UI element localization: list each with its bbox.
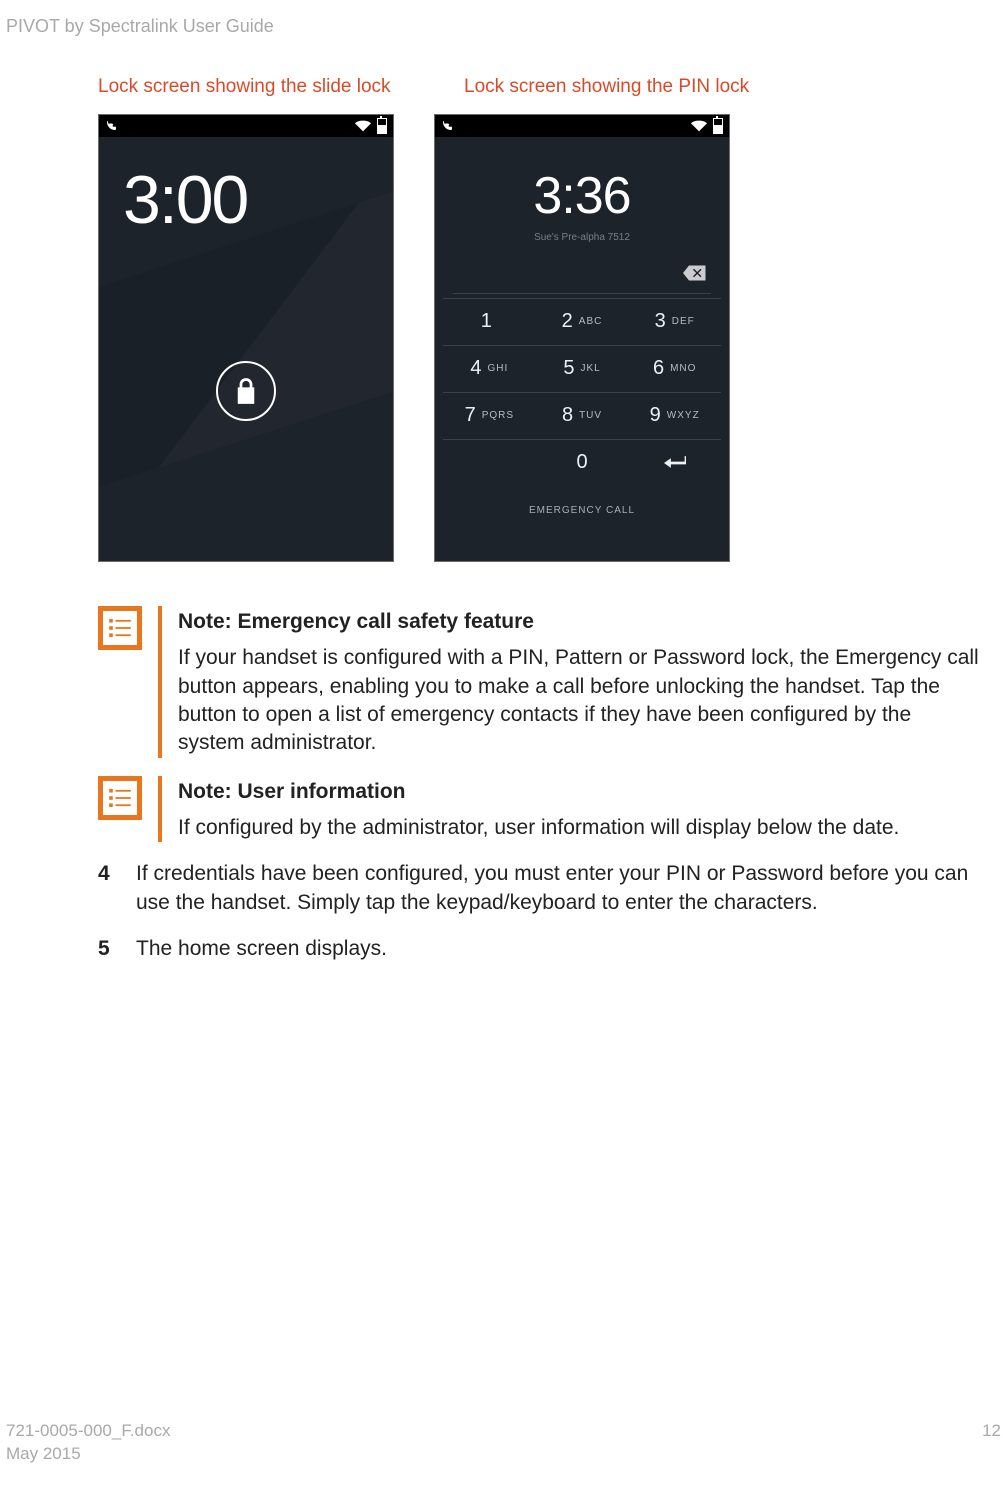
footer-left: 721-0005-000_F.docx May 2015	[6, 1420, 170, 1466]
key-8[interactable]: 8TUV	[536, 393, 629, 439]
phone-pin-lock: 3:36 Sue's Pre-alpha 7512 1 2ABC 3DEF	[434, 114, 730, 562]
pin-entry-field[interactable]	[453, 259, 711, 294]
key-enter[interactable]	[628, 440, 721, 486]
note-divider	[158, 776, 162, 843]
step-number: 5	[98, 935, 136, 963]
step-5: 5 The home screen displays.	[98, 935, 979, 963]
status-bar	[99, 115, 393, 137]
note-divider	[158, 606, 162, 758]
running-header: PIVOT by Spectralink User Guide	[0, 14, 1003, 38]
content-area: Lock screen showing the slide lock Lock …	[98, 74, 979, 963]
list-icon	[109, 619, 131, 637]
lock-icon	[235, 378, 257, 404]
battery-icon	[377, 118, 387, 134]
list-icon	[109, 789, 131, 807]
owner-subtext: Sue's Pre-alpha 7512	[435, 231, 729, 245]
page-footer: 721-0005-000_F.docx May 2015 12	[6, 1420, 1003, 1466]
status-bar	[435, 115, 729, 137]
note-icon	[98, 776, 142, 820]
footer-filename: 721-0005-000_F.docx	[6, 1420, 170, 1443]
step-text: If credentials have been configured, you…	[136, 860, 979, 917]
emergency-call-button[interactable]: EMERGENCY CALL	[435, 504, 729, 518]
step-4: 4 If credentials have been configured, y…	[98, 860, 979, 917]
backspace-icon[interactable]	[683, 265, 707, 281]
key-7[interactable]: 7PQRS	[443, 393, 536, 439]
key-1[interactable]: 1	[443, 299, 536, 345]
footer-page-number: 12	[982, 1420, 1003, 1466]
footer-date: May 2015	[6, 1443, 170, 1466]
phone-icon	[105, 120, 117, 132]
step-number: 4	[98, 860, 136, 917]
key-5[interactable]: 5JKL	[536, 346, 629, 392]
note-icon	[98, 606, 142, 650]
note-user-info: Note: User information If configured by …	[98, 776, 979, 843]
key-3[interactable]: 3DEF	[628, 299, 721, 345]
key-6[interactable]: 6MNO	[628, 346, 721, 392]
battery-icon	[713, 118, 723, 134]
clock-time: 3:36	[435, 161, 729, 231]
note-title: Note: User information	[178, 778, 979, 806]
wifi-icon	[691, 120, 707, 132]
slide-lock-handle[interactable]	[216, 361, 276, 421]
key-blank	[443, 440, 536, 486]
key-0[interactable]: 0	[536, 440, 629, 486]
key-2[interactable]: 2ABC	[536, 299, 629, 345]
screenshot-row: 3:00 3:36	[98, 114, 979, 562]
pin-keypad: 1 2ABC 3DEF 4GHI 5JKL 6MNO 7PQRS 8TUV 9W…	[443, 298, 721, 486]
key-9[interactable]: 9WXYZ	[628, 393, 721, 439]
note-body: If your handset is configured with a PIN…	[178, 644, 979, 757]
wifi-icon	[355, 120, 371, 132]
caption-row: Lock screen showing the slide lock Lock …	[98, 74, 979, 100]
phone-icon	[441, 120, 453, 132]
note-body: If configured by the administrator, user…	[178, 814, 979, 842]
caption-pin-lock: Lock screen showing the PIN lock	[464, 74, 760, 100]
caption-slide-lock: Lock screen showing the slide lock	[98, 74, 394, 100]
note-emergency: Note: Emergency call safety feature If y…	[98, 606, 979, 758]
enter-icon	[664, 456, 686, 470]
key-4[interactable]: 4GHI	[443, 346, 536, 392]
phone-slide-lock: 3:00	[98, 114, 394, 562]
document-page: PIVOT by Spectralink User Guide Lock scr…	[0, 0, 1003, 1484]
step-text: The home screen displays.	[136, 935, 979, 963]
note-title: Note: Emergency call safety feature	[178, 608, 979, 636]
